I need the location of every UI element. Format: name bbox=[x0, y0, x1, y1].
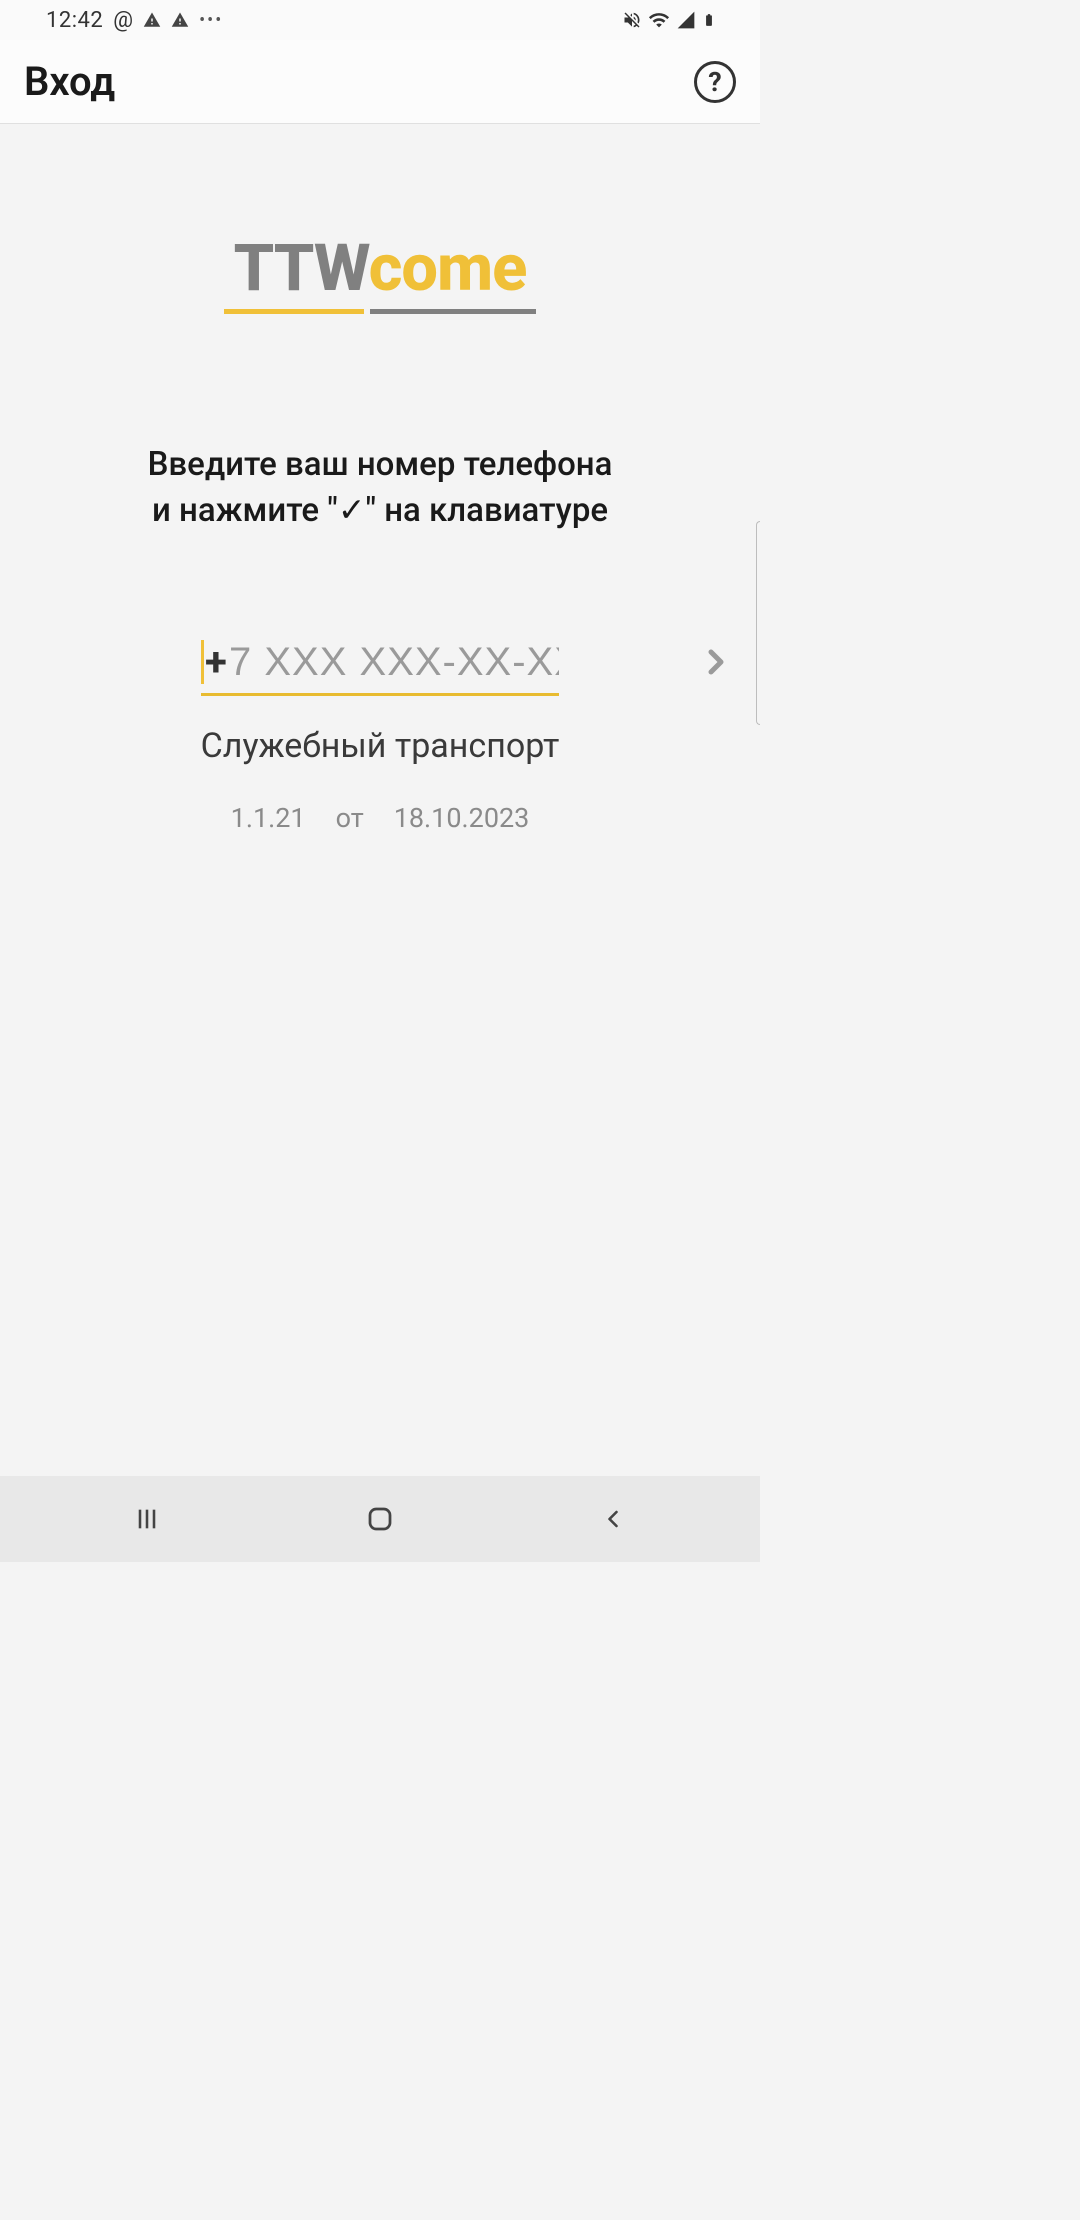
phone-input-wrap: + bbox=[201, 632, 559, 696]
status-left: 12:42 @ ••• bbox=[46, 8, 223, 33]
next-button[interactable] bbox=[696, 634, 736, 694]
version-date: 18.10.2023 bbox=[394, 802, 530, 834]
warning-icon bbox=[143, 11, 161, 29]
mute-icon bbox=[622, 10, 642, 30]
phone-input[interactable] bbox=[201, 632, 559, 696]
version-number: 1.1.21 bbox=[231, 802, 306, 834]
system-nav-bar bbox=[0, 1476, 760, 1562]
status-time: 12:42 bbox=[46, 8, 103, 33]
home-button[interactable] bbox=[352, 1491, 408, 1547]
signal-icon bbox=[676, 10, 696, 30]
instruction-line1: Введите ваш номер телефона bbox=[148, 442, 613, 488]
logo-part1: TTW bbox=[234, 230, 369, 306]
instruction-text: Введите ваш номер телефона и нажмите "✓"… bbox=[148, 442, 613, 534]
phone-row: + bbox=[0, 632, 760, 696]
scroll-handle[interactable] bbox=[756, 521, 760, 725]
app-header: Вход ? bbox=[0, 40, 760, 124]
logo-part2: come bbox=[369, 230, 527, 306]
main-content: TTWcome Введите ваш номер телефона и наж… bbox=[0, 124, 760, 1476]
logo-underline bbox=[224, 309, 536, 314]
status-right bbox=[622, 9, 716, 31]
version-sep: от bbox=[336, 802, 364, 834]
subtitle: Служебный транспорт bbox=[201, 726, 560, 766]
version-info: 1.1.21 от 18.10.2023 bbox=[231, 802, 530, 834]
more-icon: ••• bbox=[199, 10, 223, 31]
text-cursor bbox=[201, 640, 204, 684]
app-logo: TTWcome bbox=[224, 236, 536, 314]
status-bar: 12:42 @ ••• bbox=[0, 0, 760, 40]
page-title: Вход bbox=[24, 58, 115, 105]
warning-icon bbox=[171, 11, 189, 29]
help-icon[interactable]: ? bbox=[694, 61, 736, 103]
wifi-icon bbox=[648, 9, 670, 31]
at-icon: @ bbox=[113, 8, 133, 33]
back-button[interactable] bbox=[585, 1491, 641, 1547]
battery-icon bbox=[702, 9, 716, 31]
recents-button[interactable] bbox=[119, 1491, 175, 1547]
instruction-line2: и нажмите "✓" на клавиатуре bbox=[148, 488, 613, 534]
